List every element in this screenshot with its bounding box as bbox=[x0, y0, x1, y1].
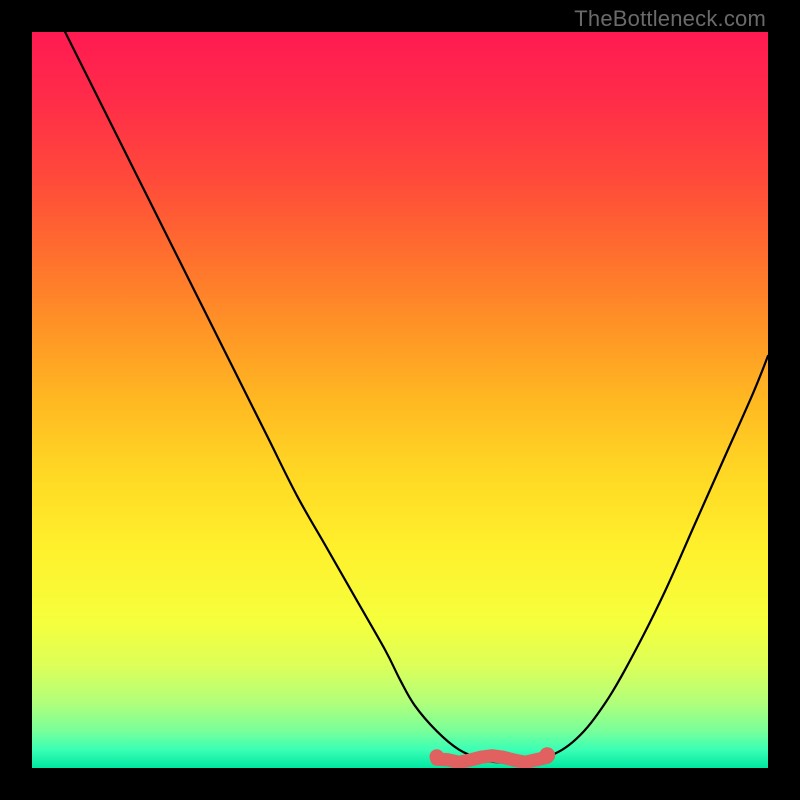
chart-frame: TheBottleneck.com bbox=[0, 0, 800, 800]
bottom-marker-dot-right bbox=[539, 747, 555, 763]
curve-layer bbox=[32, 32, 768, 768]
bottom-marker bbox=[437, 756, 547, 762]
watermark-text: TheBottleneck.com bbox=[574, 6, 766, 32]
bottom-marker-dot-left bbox=[430, 749, 445, 764]
plot-area bbox=[32, 32, 768, 768]
bottleneck-curve bbox=[65, 32, 768, 763]
